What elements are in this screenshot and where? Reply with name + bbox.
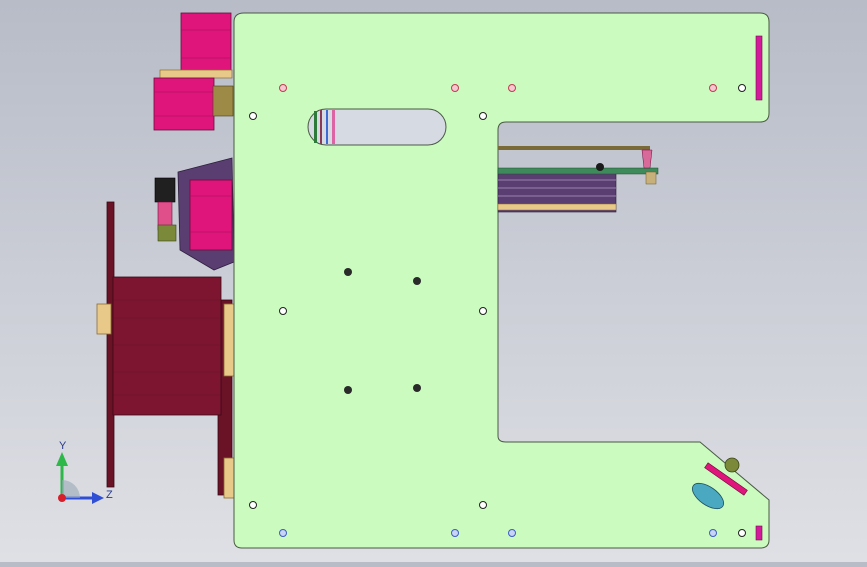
plate-slot xyxy=(307,108,447,146)
endstop-strip-top xyxy=(755,35,763,101)
z-axis-arrow xyxy=(92,492,104,504)
endstop-strip-bottom xyxy=(755,525,763,541)
cad-viewport[interactable]: Y Z xyxy=(0,0,867,562)
y-motor-pulley xyxy=(212,85,234,117)
frame-side-plate[interactable] xyxy=(233,12,770,549)
extruder-motor xyxy=(189,179,233,251)
cad-model-view[interactable] xyxy=(0,0,867,562)
x-axis-carriage[interactable] xyxy=(497,146,659,213)
spool-hub-right xyxy=(223,303,235,377)
axis-triad: Y Z xyxy=(56,440,113,504)
y-motor-lower xyxy=(153,77,215,131)
extruder-gear-block xyxy=(154,177,176,203)
y-motor-assembly[interactable] xyxy=(153,12,234,131)
spool-hub-bottom xyxy=(223,457,235,499)
y-axis-label: Y xyxy=(59,440,67,452)
spool-drum xyxy=(112,276,222,416)
x-axis-dot xyxy=(58,494,66,502)
extruder-idler xyxy=(157,224,177,242)
z-axis-label: Z xyxy=(106,489,113,501)
spool-hub-left xyxy=(96,303,112,335)
y-motor-upper xyxy=(180,12,232,76)
extruder-bracket-assembly[interactable] xyxy=(154,157,235,271)
y-motor-bracket xyxy=(159,69,233,79)
y-axis-arrow xyxy=(56,452,68,466)
